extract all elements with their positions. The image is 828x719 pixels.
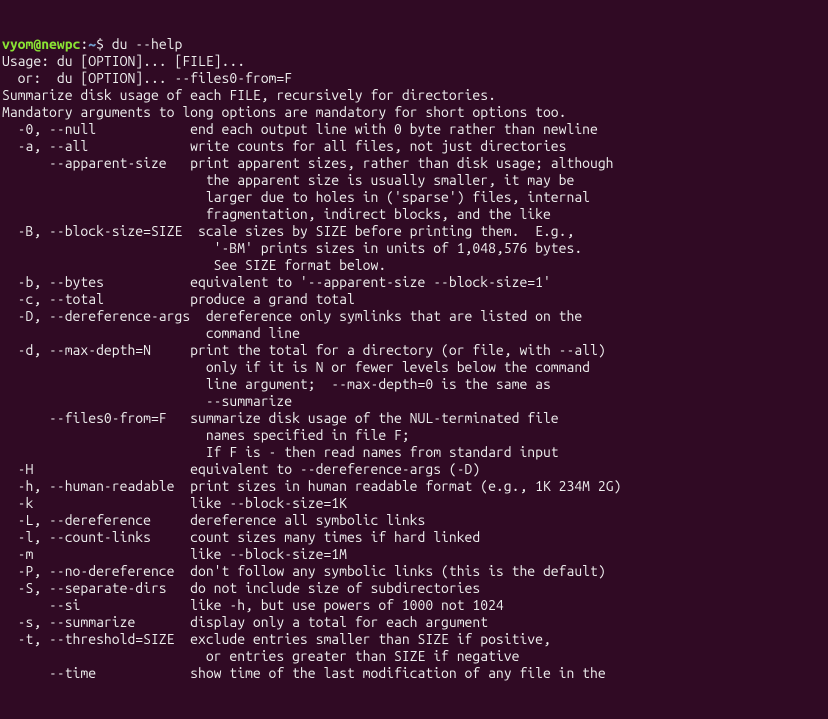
output-line: -a, --all write counts for all files, no…: [2, 138, 826, 155]
output-line: --summarize: [2, 393, 826, 410]
output-line: -S, --separate-dirs do not include size …: [2, 580, 826, 597]
output-line: -H equivalent to --dereference-args (-D): [2, 461, 826, 478]
output-line: -c, --total produce a grand total: [2, 291, 826, 308]
output-line: Usage: du [OPTION]... [FILE]...: [2, 53, 826, 70]
output-line: Mandatory arguments to long options are …: [2, 104, 826, 121]
output-line: --apparent-size print apparent sizes, ra…: [2, 155, 826, 172]
output-line: See SIZE format below.: [2, 257, 826, 274]
output-line: line argument; --max-depth=0 is the same…: [2, 376, 826, 393]
output-line: -P, --no-dereference don't follow any sy…: [2, 563, 826, 580]
output-line: -L, --dereference dereference all symbol…: [2, 512, 826, 529]
output-line: names specified in file F;: [2, 427, 826, 444]
output-line: --files0-from=F summarize disk usage of …: [2, 410, 826, 427]
output-line: -B, --block-size=SIZE scale sizes by SIZ…: [2, 223, 826, 240]
output-line: --time show time of the last modificatio…: [2, 665, 826, 682]
terminal-viewport[interactable]: vyom@newpc:~$ du --helpUsage: du [OPTION…: [0, 0, 828, 701]
output-line: --si like -h, but use powers of 1000 not…: [2, 597, 826, 614]
output-line: -k like --block-size=1K: [2, 495, 826, 512]
output-line: -l, --count-links count sizes many times…: [2, 529, 826, 546]
prompt-path: ~: [88, 36, 96, 52]
output-line: or: du [OPTION]... --files0-from=F: [2, 70, 826, 87]
output-line: Summarize disk usage of each FILE, recur…: [2, 87, 826, 104]
output-line: -d, --max-depth=N print the total for a …: [2, 342, 826, 359]
output-line: '-BM' prints sizes in units of 1,048,576…: [2, 240, 826, 257]
command-output: Usage: du [OPTION]... [FILE]... or: du […: [2, 53, 826, 682]
output-line: fragmentation, indirect blocks, and the …: [2, 206, 826, 223]
output-line: the apparent size is usually smaller, it…: [2, 172, 826, 189]
output-line: -t, --threshold=SIZE exclude entries sma…: [2, 631, 826, 648]
output-line: -m like --block-size=1M: [2, 546, 826, 563]
typed-command: du --help: [112, 36, 183, 52]
prompt-dollar: $: [96, 36, 112, 52]
output-line: larger due to holes in ('sparse') files,…: [2, 189, 826, 206]
prompt-user-host: vyom@newpc: [2, 36, 80, 52]
output-line: -0, --null end each output line with 0 b…: [2, 121, 826, 138]
prompt-line: vyom@newpc:~$ du --help: [2, 36, 826, 53]
output-line: -D, --dereference-args dereference only …: [2, 308, 826, 325]
output-line: -s, --summarize display only a total for…: [2, 614, 826, 631]
output-line: or entries greater than SIZE if negative: [2, 648, 826, 665]
output-line: command line: [2, 325, 826, 342]
output-line: only if it is N or fewer levels below th…: [2, 359, 826, 376]
output-line: -b, --bytes equivalent to '--apparent-si…: [2, 274, 826, 291]
output-line: -h, --human-readable print sizes in huma…: [2, 478, 826, 495]
output-line: If F is - then read names from standard …: [2, 444, 826, 461]
